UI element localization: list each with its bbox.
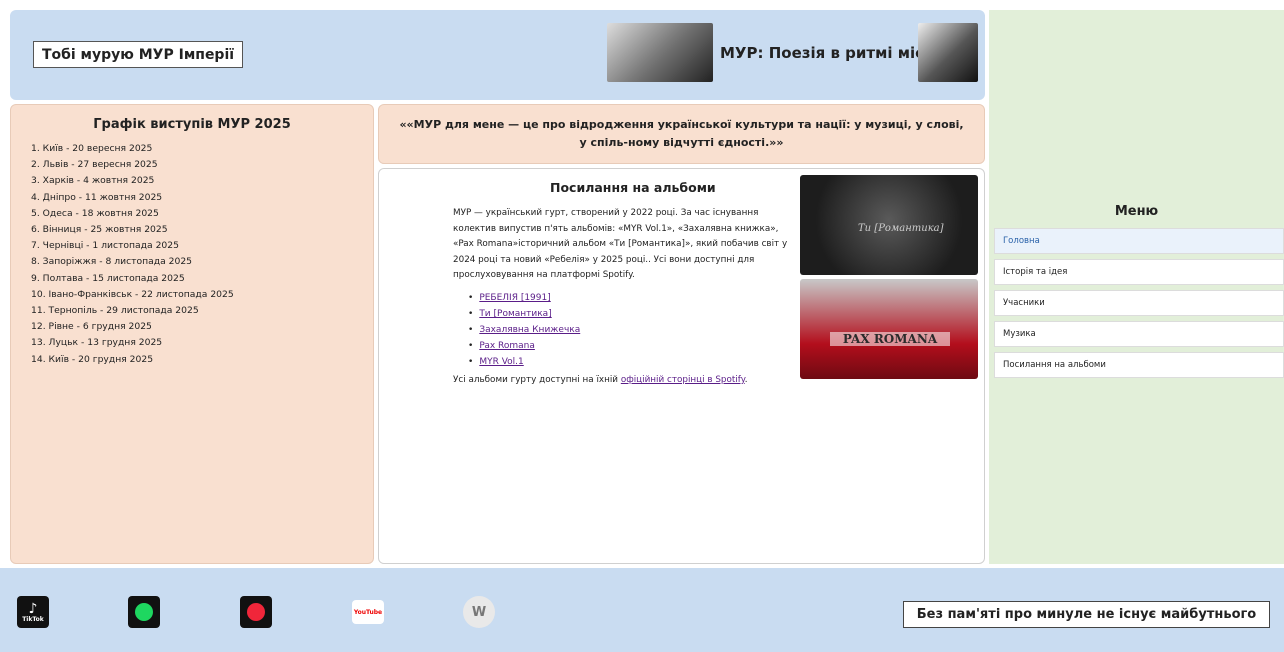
schedule-panel: Графік виступів МУР 2025 1. Київ - 20 ве… <box>10 104 374 564</box>
albums-note: Усі альбоми гурту доступні на їхній офіц… <box>453 375 748 385</box>
concert-icon[interactable] <box>240 596 272 628</box>
schedule-list: 1. Київ - 20 вересня 2025 2. Львів - 27 … <box>31 141 234 368</box>
slogan-box: Тобі мурую МУР Імперії <box>33 41 243 68</box>
album-link-zakhalyavna[interactable]: Захалявна Книжечка <box>479 325 580 335</box>
schedule-item: 7. Чернівці - 1 листопада 2025 <box>31 240 179 252</box>
schedule-title: Графік виступів МУР 2025 <box>93 117 291 132</box>
schedule-item: 9. Полтава - 15 листопада 2025 <box>31 272 185 284</box>
schedule-item: 2. Львів - 27 вересня 2025 <box>31 159 158 171</box>
menu-title: Меню <box>1114 204 1159 219</box>
album-link-romantyka[interactable]: Ти [Романтика] <box>479 309 551 319</box>
schedule-item: 14. Київ - 20 грудня 2025 <box>31 353 154 365</box>
schedule-item: 10. Івано-Франківськ - 22 листопада 2025 <box>31 288 234 300</box>
schedule-item: 13. Луцьк - 13 грудня 2025 <box>31 337 163 349</box>
album-link-myr-vol1[interactable]: MYR Vol.1 <box>479 357 523 367</box>
album-item: Ти [Романтика] <box>468 306 580 322</box>
band-photo-group <box>607 23 713 82</box>
menu-item-music[interactable]: Музика <box>994 321 1284 347</box>
album-link-rebelia[interactable]: РЕБЕЛІЯ [1991] <box>479 293 550 303</box>
menu-item-home[interactable]: Головна <box>994 228 1284 254</box>
album-cover-pax-romana-title: PAX ROMANA <box>830 332 950 346</box>
quote-text: ««МУР для мене — це про відродження укра… <box>399 118 964 149</box>
schedule-item: 4. Дніпро - 11 жовтня 2025 <box>31 191 163 203</box>
schedule-item: 11. Тернопіль - 29 листопада 2025 <box>31 305 199 317</box>
youtube-icon[interactable]: YouTube <box>352 600 384 624</box>
band-photo-member <box>918 23 978 82</box>
spotify-icon[interactable] <box>128 596 160 628</box>
albums-list: РЕБЕЛІЯ [1991] Ти [Романтика] Захалявна … <box>468 290 580 370</box>
album-cover-romantyka-title: Ти [Романтика] <box>858 223 944 234</box>
menu-item-history[interactable]: Історія та ідея <box>994 259 1284 285</box>
footer-motto: Без пам'яті про минуле не існує майбутнь… <box>903 601 1270 628</box>
album-item: MYR Vol.1 <box>468 354 580 370</box>
album-link-pax-romana[interactable]: Pax Romana <box>479 341 535 351</box>
album-item: РЕБЕЛІЯ [1991] <box>468 290 580 306</box>
albums-description: МУР — український гурт, створений у 2022… <box>453 208 788 280</box>
wikipedia-icon[interactable]: W <box>463 596 495 628</box>
schedule-item: 3. Харків - 4 жовтня 2025 <box>31 175 155 187</box>
spotify-page-link[interactable]: офіційній сторінці в Spotify <box>621 375 745 385</box>
schedule-item: 8. Запоріжжя - 8 листопада 2025 <box>31 256 193 268</box>
album-cover-pax-romana[interactable] <box>800 279 978 379</box>
album-item: Pax Romana <box>468 338 580 354</box>
schedule-item: 1. Київ - 20 вересня 2025 <box>31 143 153 154</box>
schedule-item: 6. Вінниця - 25 жовтня 2025 <box>31 224 168 236</box>
albums-note-prefix: Усі альбоми гурту доступні на їхній <box>453 375 621 385</box>
menu-item-members[interactable]: Учасники <box>994 290 1284 316</box>
schedule-item: 5. Одеса - 18 жовтня 2025 <box>31 207 159 219</box>
page-title: МУР: Поезія в ритмі міста <box>720 44 943 62</box>
albums-title: Посилання на альбоми <box>550 180 716 195</box>
tiktok-icon[interactable]: ♪ TikTok <box>17 596 49 628</box>
menu-panel <box>989 10 1284 564</box>
menu-item-albums[interactable]: Посилання на альбоми <box>994 352 1284 378</box>
quote-box: ««МУР для мене — це про відродження укра… <box>378 104 985 164</box>
album-item: Захалявна Книжечка <box>468 322 580 338</box>
schedule-item: 12. Рівне - 6 грудня 2025 <box>31 321 152 333</box>
